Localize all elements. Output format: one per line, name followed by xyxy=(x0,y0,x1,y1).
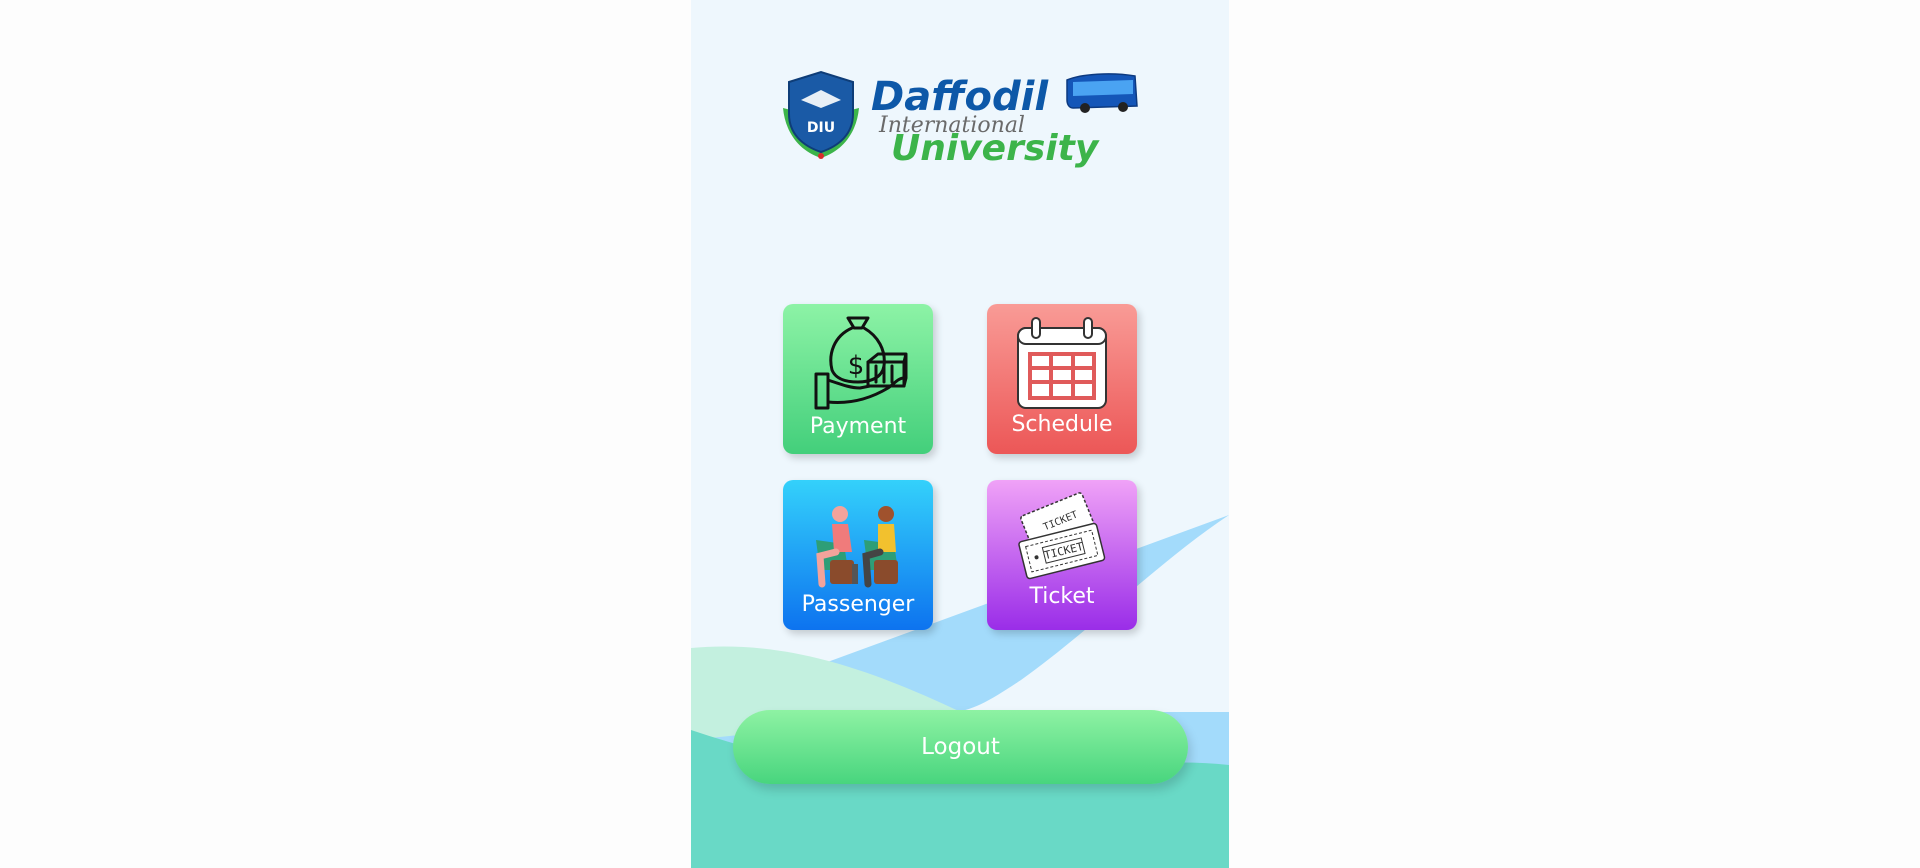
svg-text:$: $ xyxy=(848,351,865,381)
logo-line3: University xyxy=(891,128,1100,169)
logo-graphic: DIU Daffodil International University xyxy=(783,70,1138,169)
passenger-label: Passenger xyxy=(801,592,915,617)
bus-icon xyxy=(1066,73,1138,113)
passengers-icon xyxy=(816,506,898,588)
passenger-button[interactable]: Passenger xyxy=(783,480,933,630)
ticket-button[interactable]: TICKET TICKET Ticket xyxy=(987,480,1137,630)
schedule-button[interactable]: Schedule xyxy=(987,304,1137,454)
emblem-text: DIU xyxy=(807,120,835,136)
payment-label: Payment xyxy=(809,414,907,439)
calendar-icon xyxy=(1017,317,1107,409)
money-bag-hand-icon: $ xyxy=(814,316,908,410)
logout-button[interactable]: Logout xyxy=(733,710,1188,784)
ticket-icon: TICKET TICKET xyxy=(1018,492,1106,580)
emblem-shield xyxy=(788,70,854,154)
app-screen: DIU Daffodil International University $ … xyxy=(691,0,1229,868)
schedule-label: Schedule xyxy=(1011,412,1113,437)
ticket-label: Ticket xyxy=(1029,584,1095,609)
university-logo: DIU Daffodil International University xyxy=(781,70,1141,170)
payment-button[interactable]: $ Payment xyxy=(783,304,933,454)
